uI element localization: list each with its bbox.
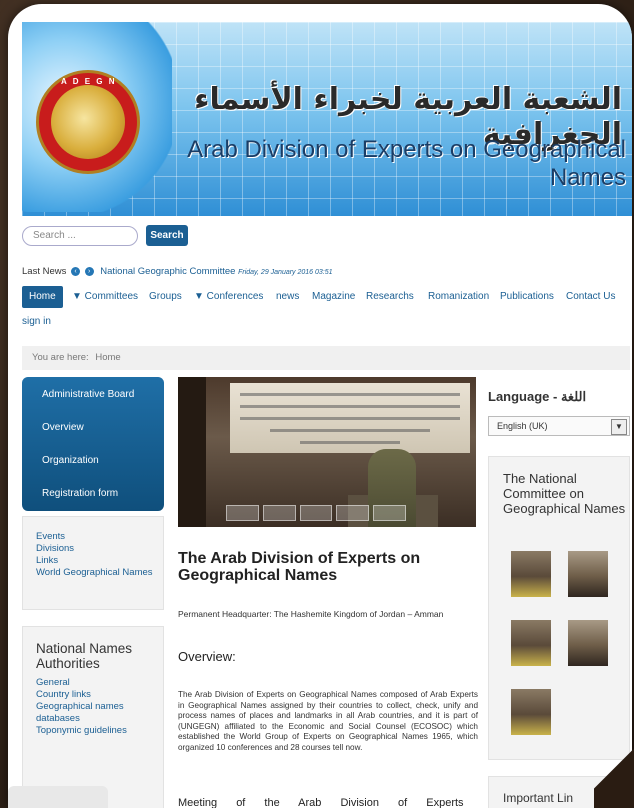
nna-title: National Names Authorities [36, 641, 133, 671]
nna-link-country-links[interactable]: Country links [36, 689, 163, 701]
search-button[interactable]: Search [146, 225, 188, 246]
sidebar-link-links[interactable]: Links [36, 555, 163, 567]
committee-photo[interactable] [511, 620, 551, 666]
menu-item-researchs[interactable]: Researchs [366, 286, 414, 308]
national-names-authorities: National Names Authorities General Count… [22, 626, 164, 808]
article-title: The Arab Division of Experts on Geograph… [178, 550, 421, 584]
logo-map-emblem [51, 85, 125, 159]
news-date: Friday, 29 January 2016 03:51 [238, 269, 333, 276]
menu-item-publications[interactable]: Publications [500, 286, 554, 308]
committee-photo[interactable] [511, 551, 551, 597]
language-title: Language - اللغة [488, 389, 587, 404]
overview-heading: Overview: [178, 649, 236, 664]
prev-arrow-icon[interactable]: ‹ [71, 266, 80, 276]
slide-thumb[interactable] [299, 505, 333, 521]
menu-item-committees[interactable]: ▼ Committees [72, 286, 138, 308]
slide-thumb[interactable] [262, 505, 296, 521]
menu-item-contact-us[interactable]: Contact Us [566, 286, 615, 308]
featured-photo-slideshow[interactable] [178, 377, 476, 527]
article-headquarter: Permanent Headquarter: The Hashemite Kin… [178, 609, 444, 619]
nna-link-toponymic-guidelines[interactable]: Toponymic guidelines [36, 725, 163, 737]
national-committee-panel: The National Committee on Geographical N… [488, 456, 630, 760]
meeting-heading: Meeting of the Arab Division of Experts … [178, 797, 478, 808]
nna-link-geographical-names[interactable]: Geographical names [36, 701, 163, 713]
sidebar-link-world-geographical-names[interactable]: World Geographical Names [36, 567, 163, 579]
menu-item-conferences[interactable]: ▼ Conferences [194, 286, 263, 308]
committee-photo[interactable] [511, 689, 551, 735]
menu-item-home[interactable]: Home [22, 286, 63, 308]
page-frame: A D E G N الشعبة العربية لخبراء الأسماء … [8, 4, 632, 808]
slideshow-thumbnails[interactable] [226, 505, 406, 521]
menu-item-romanization[interactable]: Romanization [428, 286, 489, 308]
breadcrumb: You are here: Home [22, 346, 630, 370]
search-input[interactable]: Search ... [22, 226, 138, 246]
photo-conference-banner [230, 383, 470, 453]
sidebar-links: Events Divisions Links World Geographica… [22, 516, 164, 610]
committee-photo[interactable] [568, 620, 608, 666]
logo-ring-text: A D E G N [61, 77, 117, 86]
site-title-english: Arab Division of Experts on Geographical… [187, 136, 626, 191]
breadcrumb-prefix: You are here: [32, 352, 89, 363]
important-links-title: Important Lin [503, 791, 574, 805]
adegn-logo[interactable]: A D E G N [36, 70, 140, 174]
bottom-tab[interactable] [8, 786, 108, 808]
overview-paragraph: The Arab Division of Experts on Geograph… [178, 690, 478, 752]
sidebar-item-administrative-board[interactable]: Administrative Board [42, 389, 134, 400]
sign-in-link[interactable]: sign in [22, 316, 51, 327]
next-arrow-icon[interactable]: › [84, 266, 94, 276]
nna-link-general[interactable]: General [36, 677, 163, 689]
menu-item-groups[interactable]: Groups [149, 286, 182, 308]
last-news-label: Last News [22, 266, 67, 277]
chevron-down-icon[interactable]: ▼ [611, 419, 627, 435]
sidebar-link-divisions[interactable]: Divisions [36, 543, 163, 555]
last-news-ticker: Last News ‹ › National Geographic Commit… [22, 266, 333, 277]
corner-decoration [594, 748, 634, 808]
sidebar-item-overview[interactable]: Overview [42, 422, 84, 433]
slide-thumb[interactable] [373, 505, 406, 521]
slide-thumb[interactable] [226, 505, 259, 521]
nna-link-databases[interactable]: databases [36, 713, 163, 725]
slide-thumb[interactable] [336, 505, 370, 521]
menu-item-magazine[interactable]: Magazine [312, 286, 355, 308]
sidebar-nav: Administrative Board Overview Organizati… [22, 377, 164, 511]
sidebar-link-events[interactable]: Events [36, 531, 163, 543]
header-banner: A D E G N الشعبة العربية لخبراء الأسماء … [22, 22, 632, 216]
sidebar-item-registration-form[interactable]: Registration form [42, 488, 118, 499]
language-select[interactable]: English (UK) ▼ [488, 416, 630, 436]
committee-title: The National Committee on Geographical N… [503, 471, 626, 516]
language-selected: English (UK) [497, 421, 548, 431]
news-headline-link[interactable]: National Geographic Committee [100, 266, 235, 277]
committee-photo[interactable] [568, 551, 608, 597]
breadcrumb-current[interactable]: Home [95, 352, 120, 363]
sidebar-item-organization[interactable]: Organization [42, 455, 99, 466]
photo-wall [178, 377, 206, 527]
menu-item-news[interactable]: news [276, 286, 299, 308]
